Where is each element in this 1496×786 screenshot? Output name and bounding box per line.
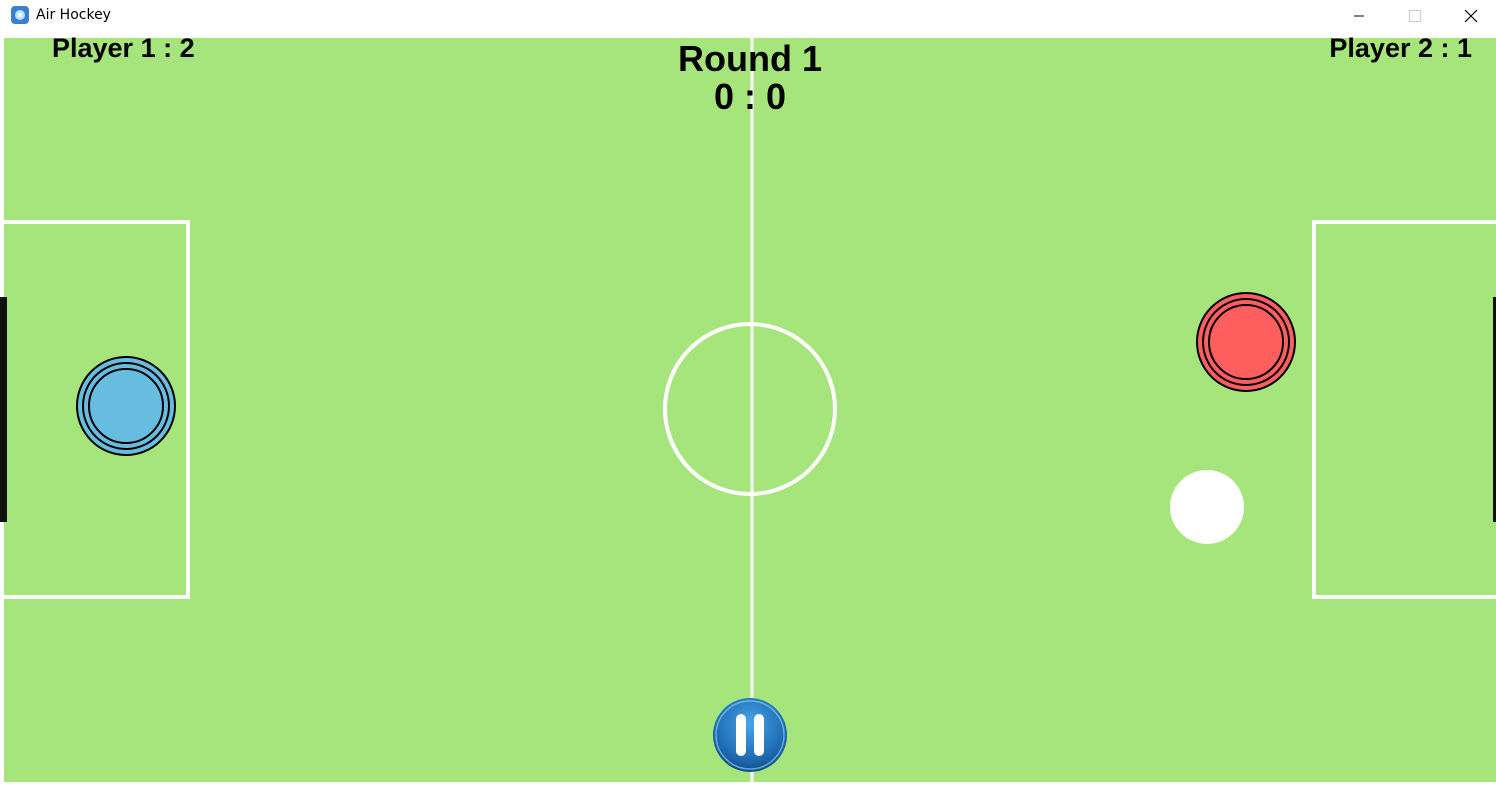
puck — [1170, 470, 1244, 544]
player2-mallet[interactable] — [1196, 292, 1296, 392]
player1-score: Player 1 : 2 — [52, 33, 195, 63]
right-goal-area — [1312, 220, 1496, 599]
left-goal — [0, 297, 7, 522]
pause-icon — [713, 698, 787, 772]
round-score: 0 : 0 — [713, 76, 787, 117]
pause-button[interactable] — [712, 697, 788, 773]
player2-score: Player 2 : 1 — [1329, 33, 1472, 63]
player1-mallet[interactable] — [76, 356, 176, 456]
center-circle — [663, 322, 837, 496]
pitch-markings — [0, 38, 1496, 782]
round-title: Round 1 — [678, 38, 822, 79]
